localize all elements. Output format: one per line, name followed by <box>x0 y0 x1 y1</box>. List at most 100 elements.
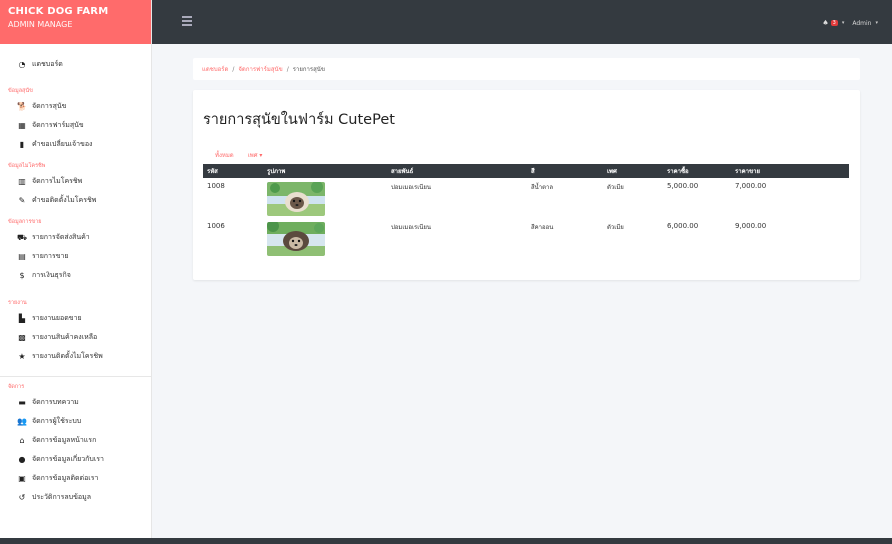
sidebar-section-microchip: ข้อมูลไมโครชิพ <box>8 163 46 169</box>
star-icon: ★ <box>18 352 26 361</box>
sidebar-item-label: จัดการข้อมูลหน้าแรก <box>32 436 97 444</box>
sidebar-item-label: คำขอติดตั้งไมโครชิพ <box>32 196 97 204</box>
sidebar-item-about[interactable]: ● จัดการข้อมูลเกี่ยวกับเรา <box>0 450 151 469</box>
sidebar-item-label: จัดการไมโครชิพ <box>32 177 83 185</box>
table-row[interactable]: 1006 ปอมเมอเรเนียน สีคาออน ตัวเมีย 6,000… <box>203 218 849 258</box>
brand-subtitle: ADMIN MANAGE <box>8 20 73 29</box>
truck-icon: ⛟ <box>16 232 28 242</box>
sidebar-item-sales-report[interactable]: ▙ รายงานยอดขาย <box>0 309 151 328</box>
sidebar-item-manage-farm[interactable]: ▦ จัดการฟาร์มสุนัข <box>0 116 151 135</box>
sidebar-item-owner-change[interactable]: ▮ คำขอเปลี่ยนเจ้าของ <box>0 135 151 154</box>
cell-color: สีน้ำตาล <box>531 184 554 191</box>
sidebar-item-stock-report[interactable]: ▩ รายงานสินค้าคงเหลือ <box>0 328 151 347</box>
page-title: รายการสุนัขในฟาร์ม CutePet <box>203 112 395 128</box>
cell-buy-price: 5,000.00 <box>667 182 699 190</box>
cell-id: 1006 <box>207 222 225 230</box>
chevron-down-icon[interactable]: ▾ <box>842 20 845 26</box>
top-navbar: ♠ 3 ▾ Admin ▾ <box>152 0 892 44</box>
sidebar-item-manage-microchip[interactable]: ▥ จัดการไมโครชิพ <box>0 172 151 191</box>
dog-list-card: รายการสุนัขในฟาร์ม CutePet ทั้งหมด เพศ ▾… <box>193 90 860 280</box>
sidebar-item-label: รายการขาย <box>32 252 69 260</box>
breadcrumb-separator: / <box>286 65 289 73</box>
notification-bell-icon[interactable]: ♠ <box>822 19 828 27</box>
cell-sex: ตัวเมีย <box>607 224 624 231</box>
sidebar-item-label: จัดการผู้ใช้ระบบ <box>32 417 82 425</box>
cell-breed: ปอมเมอเรเนียน <box>391 224 432 231</box>
sidebar-item-dashboard[interactable]: ◔ แดชบอร์ด <box>0 55 151 74</box>
breadcrumb-dashboard[interactable]: แดชบอร์ด <box>202 64 228 74</box>
brand-title: CHICK DOG FARM <box>8 6 109 17</box>
dashboard-icon: ◔ <box>18 60 26 69</box>
col-header-sell-price: ราคาขาย <box>735 168 760 175</box>
sidebar-item-label: จัดการบทความ <box>32 398 79 406</box>
sidebar-section-sales: ข้อมูลการขาย <box>8 219 42 225</box>
table-row[interactable]: 1008 ปอมเมอเรเนียน สีน้ำตาล ตัวเมีย 5,00… <box>203 178 849 218</box>
navbar-right: ♠ 3 ▾ Admin ▾ <box>822 19 878 27</box>
cell-sell-price: 7,000.00 <box>735 182 767 190</box>
contact-card-icon: ▣ <box>18 474 26 483</box>
sidebar-item-label: รายงานติดตั้งไมโครชิพ <box>32 352 103 360</box>
sidebar-item-shipping[interactable]: ⛟ รายการจัดส่งสินค้า <box>0 228 151 247</box>
filter-all[interactable]: ทั้งหมด <box>215 150 234 160</box>
sidebar-section-reports: รายงาน <box>8 300 27 306</box>
hamburger-menu-icon[interactable] <box>182 16 192 28</box>
sidebar-item-label: แดชบอร์ด <box>32 60 63 68</box>
col-header-sex: เพศ <box>607 168 617 175</box>
users-icon: 👥 <box>17 417 27 426</box>
sidebar-item-label: รายการจัดส่งสินค้า <box>32 233 90 241</box>
sidebar-item-articles[interactable]: ▬ จัดการบทความ <box>0 393 151 412</box>
wrench-icon: ✎ <box>18 196 26 205</box>
home-icon: ⌂ <box>19 436 25 445</box>
sidebar-item-home-content[interactable]: ⌂ จัดการข้อมูลหน้าแรก <box>0 431 151 450</box>
farm-icon: ▦ <box>18 121 26 130</box>
cell-id: 1008 <box>207 182 225 190</box>
dollar-icon: $ <box>19 271 25 280</box>
sidebar-item-label: จัดการข้อมูลเกี่ยวกับเรา <box>32 455 104 463</box>
user-menu[interactable]: Admin <box>852 20 871 27</box>
sidebar-divider <box>0 376 151 377</box>
cash-register-icon: ▤ <box>18 252 26 261</box>
sidebar-item-label: จัดการฟาร์มสุนัข <box>32 121 84 129</box>
breadcrumb-farm[interactable]: จัดการฟาร์มสุนัข <box>238 64 282 74</box>
history-icon: ↺ <box>18 493 26 502</box>
table-header: รหัส รูปภาพ สายพันธ์ สี เพศ ราคาซื้อ ราค… <box>203 164 849 178</box>
dog-photo[interactable] <box>267 222 325 256</box>
brand[interactable]: CHICK DOG FARM ADMIN MANAGE <box>0 0 151 44</box>
dog-icon: 🐕 <box>17 102 27 111</box>
sidebar-item-label: คำขอเปลี่ยนเจ้าของ <box>32 140 93 148</box>
breadcrumb-separator: / <box>232 65 235 73</box>
sidebar-item-microchip-request[interactable]: ✎ คำขอติดตั้งไมโครชิพ <box>0 191 151 210</box>
sidebar-item-label: จัดการสุนัข <box>32 102 67 110</box>
col-header-image: รูปภาพ <box>267 168 286 175</box>
sidebar-item-manage-dogs[interactable]: 🐕 จัดการสุนัข <box>0 97 151 116</box>
cell-image <box>265 222 391 256</box>
file-icon: ▙ <box>18 314 26 323</box>
sidebar-item-sales-list[interactable]: ▤ รายการขาย <box>0 247 151 266</box>
sidebar-item-users[interactable]: 👥 จัดการผู้ใช้ระบบ <box>0 412 151 431</box>
notification-badge: 3 <box>830 20 838 26</box>
chip-icon: ▥ <box>18 177 26 186</box>
col-header-color: สี <box>531 168 535 175</box>
sidebar-item-contact[interactable]: ▣ จัดการข้อมูลติดต่อเรา <box>0 469 151 488</box>
user-chevron-down-icon[interactable]: ▾ <box>875 20 878 26</box>
col-header-id: รหัส <box>207 168 218 175</box>
breadcrumb: แดชบอร์ด / จัดการฟาร์มสุนัข / รายการสุนั… <box>193 58 860 80</box>
bookmark-icon: ▮ <box>19 140 25 149</box>
info-icon: ● <box>18 455 26 464</box>
sidebar-item-label: ประวัติการลบข้อมูล <box>32 493 91 501</box>
filter-tabs: ทั้งหมด เพศ ▾ <box>215 150 262 160</box>
col-header-breed: สายพันธ์ <box>391 168 414 175</box>
sidebar-item-label: การเงินธุรกิจ <box>32 271 71 279</box>
sidebar-item-finance[interactable]: $ การเงินธุรกิจ <box>0 266 151 285</box>
cell-breed: ปอมเมอเรเนียน <box>391 184 432 191</box>
dog-table: รหัส รูปภาพ สายพันธ์ สี เพศ ราคาซื้อ ราค… <box>203 164 849 258</box>
sidebar-item-microchip-report[interactable]: ★ รายงานติดตั้งไมโครชิพ <box>0 347 151 366</box>
boxes-icon: ▩ <box>18 333 26 342</box>
filter-sex-dropdown[interactable]: เพศ ▾ <box>248 150 263 160</box>
sidebar-item-label: จัดการข้อมูลติดต่อเรา <box>32 474 99 482</box>
cell-color: สีคาออน <box>531 224 554 231</box>
sidebar-item-delete-history[interactable]: ↺ ประวัติการลบข้อมูล <box>0 488 151 507</box>
dog-photo[interactable] <box>267 182 325 216</box>
sidebar-menu: ◔ แดชบอร์ด ข้อมูลสุนัข 🐕 จัดการสุนัข ▦ จ… <box>0 44 151 507</box>
cell-buy-price: 6,000.00 <box>667 222 699 230</box>
